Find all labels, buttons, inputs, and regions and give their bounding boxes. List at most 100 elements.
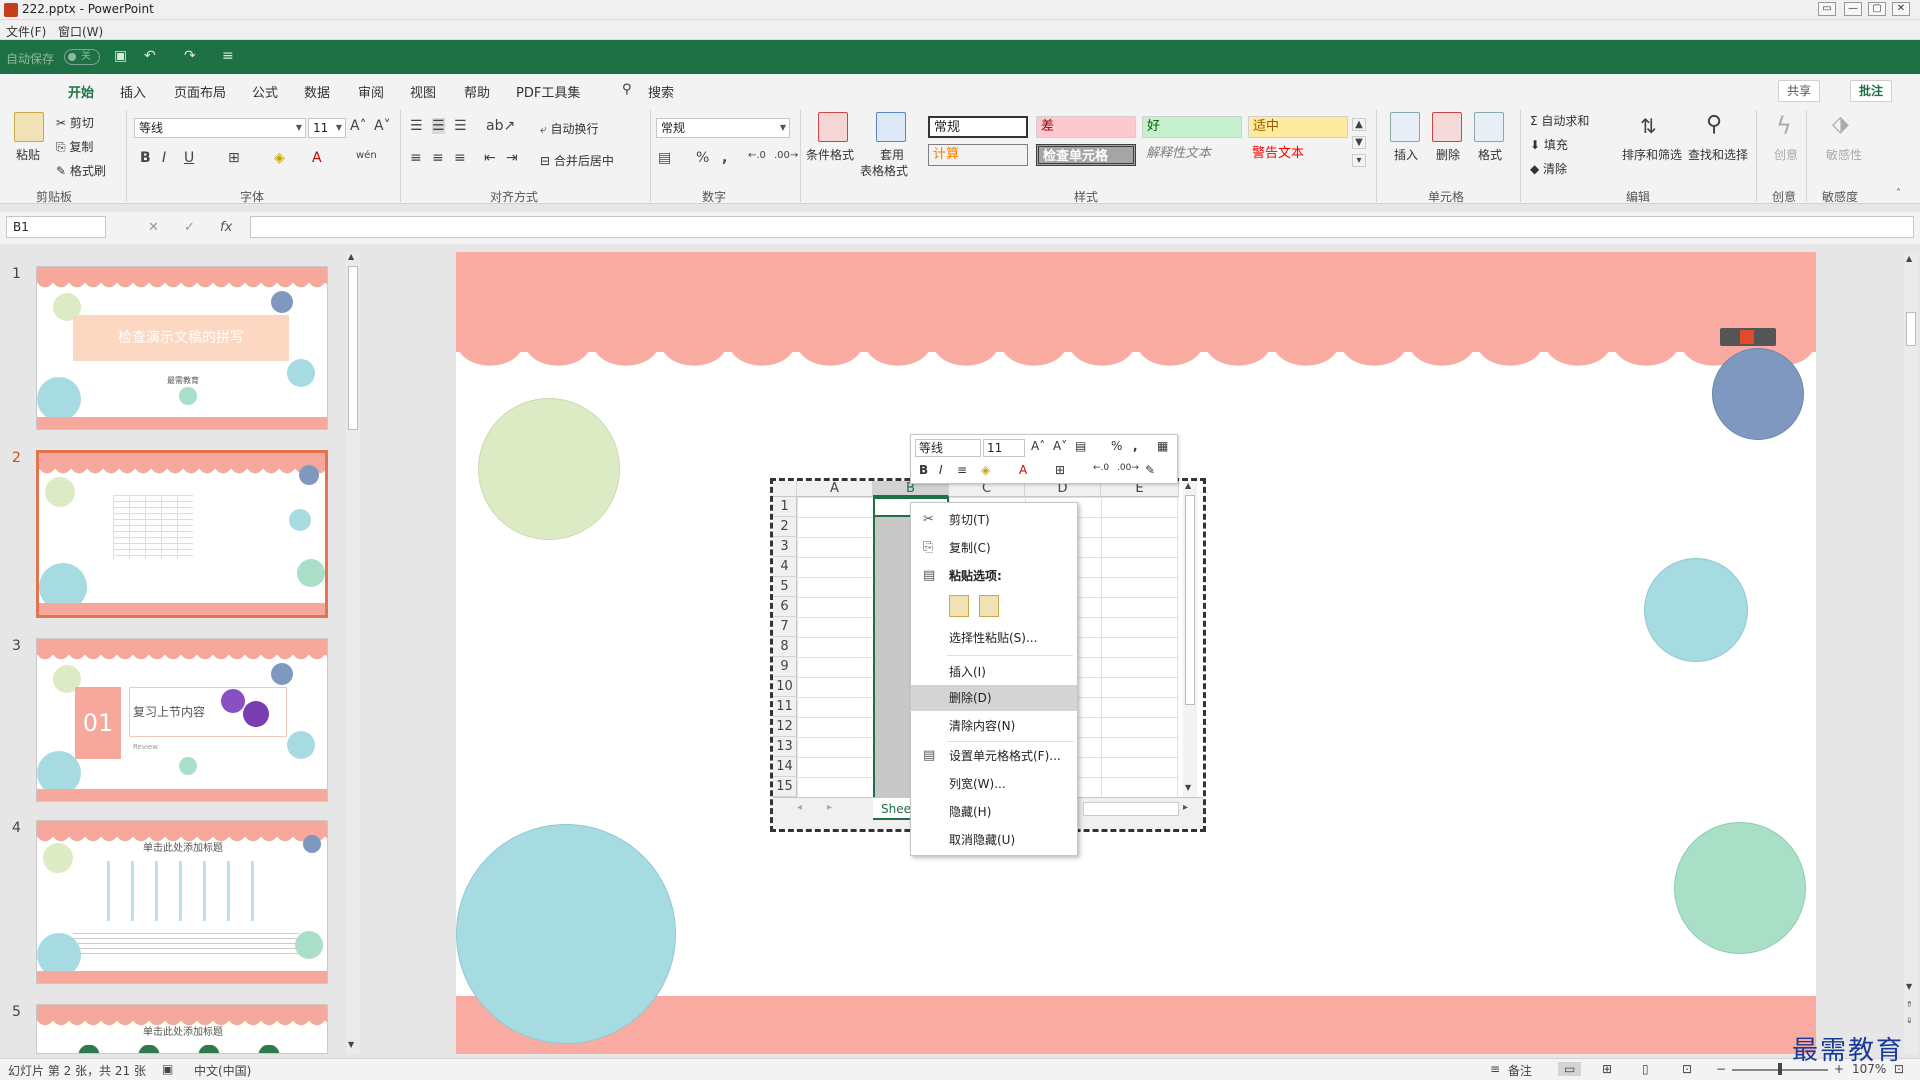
search-box[interactable]: 搜索 xyxy=(648,82,674,101)
notes-icon[interactable]: ≡ xyxy=(1490,1062,1500,1076)
tab-formulas[interactable]: 公式 xyxy=(252,82,278,101)
formula-input[interactable] xyxy=(250,216,1914,238)
tab-view[interactable]: 视图 xyxy=(410,82,436,101)
shrink-font-icon[interactable]: A˅ xyxy=(374,118,391,134)
tab-data[interactable]: 数据 xyxy=(304,82,330,101)
shrink-font-icon[interactable]: A˅ xyxy=(1053,439,1067,453)
slide-thumbnail-2[interactable] xyxy=(36,450,328,618)
format-cells-icon[interactable] xyxy=(1474,112,1504,142)
conditional-format-label[interactable]: 条件格式 xyxy=(806,146,854,163)
menu-delete[interactable]: 删除(D) xyxy=(911,685,1077,711)
find-select-label[interactable]: 查找和选择 xyxy=(1688,146,1748,163)
sheet-prev-icon[interactable]: ◂ xyxy=(797,802,802,813)
row-header[interactable]: 1 xyxy=(773,497,797,517)
tab-page-layout[interactable]: 页面布局 xyxy=(174,82,226,101)
conditional-format-icon[interactable] xyxy=(818,112,848,142)
align-middle-icon[interactable]: ☰ xyxy=(432,118,445,134)
slide-thumbnail-4[interactable]: 单击此处添加标题 xyxy=(36,820,328,984)
slide-sorter-icon[interactable]: ⊞ xyxy=(1602,1062,1612,1076)
next-slide-icon[interactable]: ⇓ xyxy=(1906,1016,1913,1025)
reading-view-icon[interactable]: ▯ xyxy=(1642,1062,1649,1076)
bold-icon[interactable]: B xyxy=(919,463,928,477)
phonetic-icon[interactable]: wén xyxy=(356,150,377,161)
bold-icon[interactable]: B xyxy=(140,150,151,166)
align-top-icon[interactable]: ☰ xyxy=(410,118,423,134)
insert-cells-icon[interactable] xyxy=(1390,112,1420,142)
decrease-decimal-icon[interactable]: .00→ xyxy=(774,150,798,161)
creative-icon[interactable]: ϟ xyxy=(1776,112,1792,140)
decrease-indent-icon[interactable]: ⇤ xyxy=(484,150,496,166)
mini-size-select[interactable]: 11 xyxy=(983,439,1025,457)
scroll-up-icon[interactable]: ▲ xyxy=(348,252,354,261)
row-header[interactable]: 10 xyxy=(773,677,797,697)
search-icon[interactable]: ⚲ xyxy=(622,82,632,97)
customize-qat-icon[interactable]: ≡ xyxy=(222,48,234,64)
select-all-corner[interactable] xyxy=(773,481,797,497)
underline-icon[interactable]: U xyxy=(184,150,194,166)
creative-button-label[interactable]: 创意 xyxy=(1774,146,1798,163)
scroll-right-icon[interactable]: ▸ xyxy=(1183,802,1188,813)
menu-clear-contents[interactable]: 清除内容(N) xyxy=(911,713,1077,739)
styles-more-icon[interactable]: ▾ xyxy=(1352,154,1366,167)
column-header-a[interactable]: A xyxy=(797,481,873,497)
merge-center-button[interactable]: ⊟ 合并后居中 xyxy=(540,152,614,169)
slideshow-icon[interactable]: ⊡ xyxy=(1682,1062,1692,1076)
italic-icon[interactable]: I xyxy=(939,463,943,477)
menu-window[interactable]: 窗口(W) xyxy=(58,23,103,40)
paste-values-icon[interactable] xyxy=(979,595,999,617)
comma-icon[interactable]: , xyxy=(722,150,727,166)
tab-review[interactable]: 审阅 xyxy=(358,82,384,101)
styles-scroll-up-icon[interactable]: ▲ xyxy=(1352,118,1366,131)
scrollbar-thumb[interactable] xyxy=(1906,312,1916,346)
scroll-down-icon[interactable]: ▼ xyxy=(1185,783,1191,792)
paste-icon[interactable] xyxy=(14,112,44,142)
name-box[interactable]: B1 xyxy=(6,216,106,238)
menu-unhide[interactable]: 取消隐藏(U) xyxy=(911,827,1077,853)
notes-button[interactable]: 备注 xyxy=(1508,1062,1532,1079)
format-cells-label[interactable]: 格式 xyxy=(1478,146,1502,163)
italic-icon[interactable]: I xyxy=(162,150,166,166)
fill-color-icon[interactable]: ◈ xyxy=(274,150,285,166)
scroll-up-icon[interactable]: ▲ xyxy=(1185,481,1191,490)
align-center-icon[interactable]: ≡ xyxy=(432,150,444,166)
grow-font-icon[interactable]: A˄ xyxy=(1031,439,1045,453)
ribbon-display-button[interactable]: ▭ xyxy=(1818,2,1836,16)
style-check-cell[interactable]: 检查单元格 xyxy=(1036,144,1136,166)
slide-scrollbar[interactable]: ▲ ▼ ⇑ ⇓ xyxy=(1904,252,1918,1054)
clear-button[interactable]: ◆ 清除 xyxy=(1530,160,1567,177)
find-select-icon[interactable]: ⚲ xyxy=(1706,112,1722,137)
menu-column-width[interactable]: 列宽(W)... xyxy=(911,771,1077,797)
row-header[interactable]: 5 xyxy=(773,577,797,597)
ime-toolbar[interactable] xyxy=(1720,328,1776,346)
sheet-tab[interactable]: Shee xyxy=(873,798,913,820)
fill-color-icon[interactable]: ◈ xyxy=(981,463,990,477)
zoom-slider-thumb[interactable] xyxy=(1778,1063,1782,1075)
enter-icon[interactable]: ✓ xyxy=(184,220,195,235)
mini-font-select[interactable]: 等线 xyxy=(915,439,981,457)
format-table-icon[interactable]: ▦ xyxy=(1157,439,1168,453)
decrease-decimal-icon[interactable]: .00→ xyxy=(1117,463,1139,473)
autosum-button[interactable]: Σ 自动求和 xyxy=(1530,112,1589,129)
font-color-icon[interactable]: A xyxy=(1019,463,1027,477)
row-header[interactable]: 12 xyxy=(773,717,797,737)
sort-filter-label[interactable]: 排序和筛选 xyxy=(1622,146,1682,163)
font-color-icon[interactable]: A xyxy=(312,150,322,166)
tab-pdf-tools[interactable]: PDF工具集 xyxy=(516,82,580,101)
row-header[interactable]: 8 xyxy=(773,637,797,657)
orientation-icon[interactable]: ab↗ xyxy=(486,118,515,134)
row-header[interactable]: 9 xyxy=(773,657,797,677)
sensitivity-icon[interactable]: ⬗ xyxy=(1832,112,1849,137)
row-header[interactable]: 4 xyxy=(773,557,797,577)
autosave-toggle[interactable]: 关 xyxy=(64,49,100,65)
borders-icon[interactable]: ⊞ xyxy=(1055,463,1065,477)
save-icon[interactable]: ▣ xyxy=(114,48,127,64)
table-format-label-2[interactable]: 表格格式 xyxy=(860,162,908,179)
slide-thumbnail-3[interactable]: 01 复习上节内容 Review xyxy=(36,638,328,802)
insert-function-icon[interactable]: fx xyxy=(220,220,232,235)
align-left-icon[interactable]: ≡ xyxy=(410,150,422,166)
scrollbar-thumb[interactable] xyxy=(348,266,358,430)
menu-cut[interactable]: ✂ 剪切(T) xyxy=(911,507,1077,533)
format-painter-button[interactable]: ✎ 格式刷 xyxy=(56,162,106,179)
row-header[interactable]: 2 xyxy=(773,517,797,537)
align-right-icon[interactable]: ≡ xyxy=(454,150,466,166)
